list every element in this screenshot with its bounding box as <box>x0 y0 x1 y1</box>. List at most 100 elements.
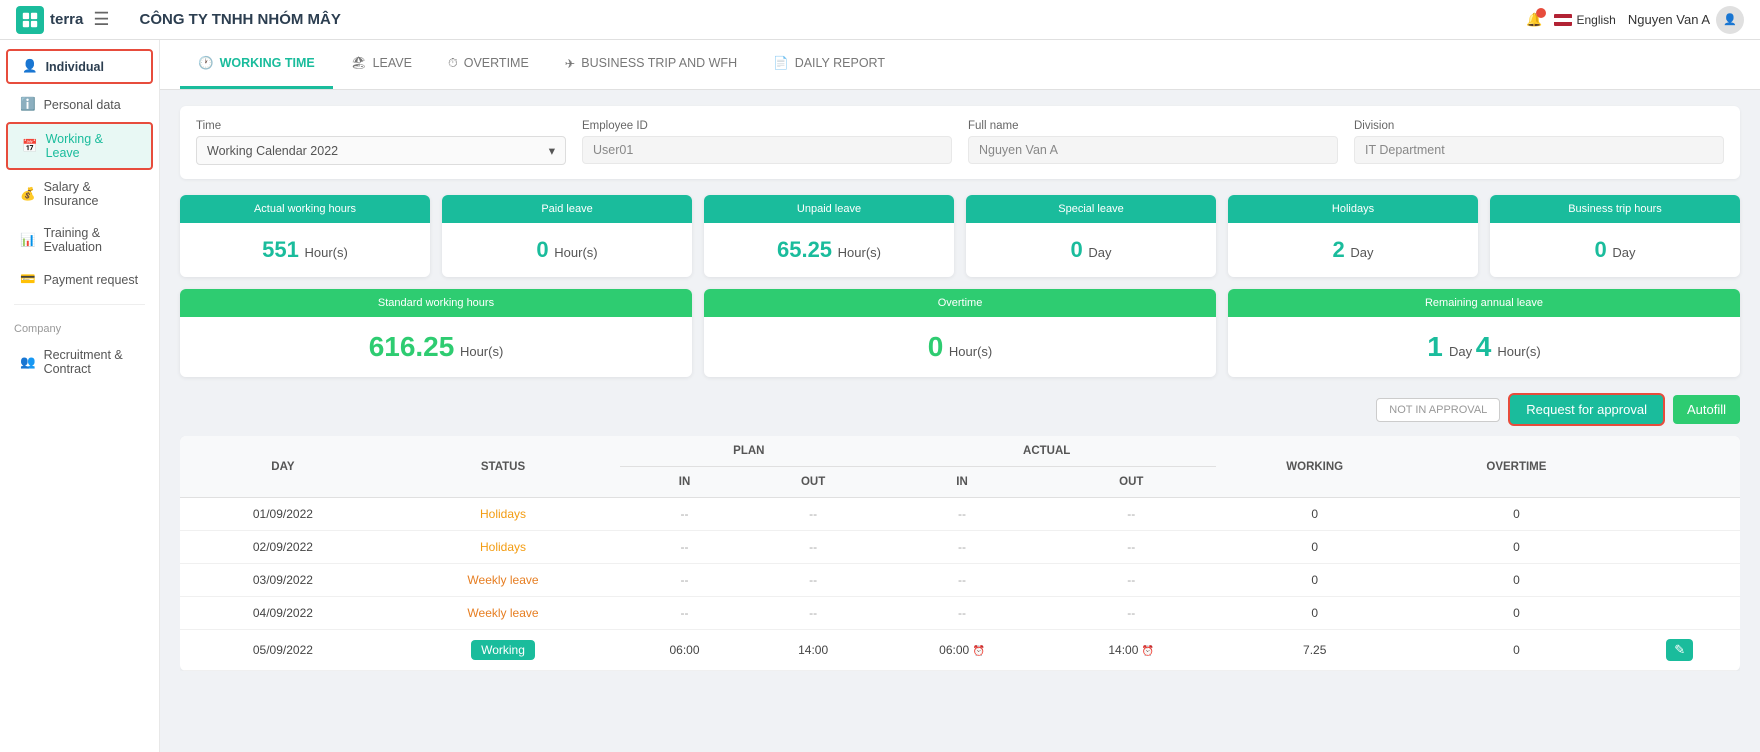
stat-special-leave-value: 0 <box>1071 237 1083 262</box>
trip-icon: ✈ <box>565 56 575 71</box>
topbar: terra ☰ CÔNG TY TNHH NHÓM MÂY 🔔 English … <box>0 0 1760 40</box>
cell-working: 0 <box>1216 597 1414 630</box>
chart-icon: 📊 <box>20 233 36 248</box>
filter-time: Time Working Calendar 2022 ▾ <box>196 120 566 165</box>
col-actual-group: ACTUAL <box>877 436 1215 467</box>
calendar-icon: 📅 <box>22 139 38 154</box>
cell-plan-in: -- <box>620 564 749 597</box>
money-icon: 💰 <box>20 187 36 202</box>
leave-icon: 🏖 <box>351 56 367 71</box>
topbar-left: terra ☰ CÔNG TY TNHH NHÓM MÂY <box>16 6 341 34</box>
tab-leave[interactable]: 🏖 LEAVE <box>333 40 430 89</box>
cell-day: 02/09/2022 <box>180 531 386 564</box>
stat-overtime: Overtime 0 Hour(s) <box>704 289 1216 377</box>
logo-icon <box>16 6 44 34</box>
payment-icon: 💳 <box>20 272 36 287</box>
request-approval-button[interactable]: Request for approval <box>1508 393 1665 426</box>
sidebar-label-recruitment: Recruitment & Contract <box>44 348 139 376</box>
bell-badge <box>1536 8 1546 18</box>
stat-unpaid-leave-unit: Hour(s) <box>838 245 881 260</box>
stat-overtime-header: Overtime <box>704 289 1216 317</box>
stat-business-trip-value: 0 <box>1595 237 1607 262</box>
cell-plan-out: -- <box>749 564 878 597</box>
stat-special-leave: Special leave 0 Day <box>966 195 1216 277</box>
edit-row-button[interactable]: ✎ <box>1666 639 1693 661</box>
sidebar-label-payment: Payment request <box>44 273 139 287</box>
autofill-button[interactable]: Autofill <box>1673 395 1740 424</box>
cell-overtime: 0 <box>1414 498 1620 531</box>
table-row: 02/09/2022 Holidays -- -- -- -- 0 0 <box>180 531 1740 564</box>
tabs-bar: 🕐 WORKING TIME 🏖 LEAVE ⏱ OVERTIME ✈ BUSI… <box>160 40 1760 90</box>
sidebar-item-individual[interactable]: 👤 Individual <box>6 49 153 84</box>
logo-area: terra <box>16 6 83 34</box>
stat-actual-working-unit: Hour(s) <box>305 245 348 260</box>
content-area: 🕐 WORKING TIME 🏖 LEAVE ⏱ OVERTIME ✈ BUSI… <box>160 40 1760 752</box>
cell-plan-in: 06:00 <box>620 630 749 671</box>
stat-holidays-header: Holidays <box>1228 195 1478 223</box>
remaining-hour-value: 4 <box>1476 336 1498 361</box>
sidebar-item-training[interactable]: 📊 Training & Evaluation <box>6 218 153 262</box>
stat-holidays: Holidays 2 Day <box>1228 195 1478 277</box>
sidebar-label-salary: Salary & Insurance <box>44 180 139 208</box>
cell-actual-in: -- <box>877 531 1046 564</box>
remaining-day-value: 1 <box>1427 336 1449 361</box>
cell-plan-out: -- <box>749 498 878 531</box>
stat-standard-working-value: 616.25 <box>369 331 455 362</box>
cell-overtime: 0 <box>1414 630 1620 671</box>
sidebar-item-payment[interactable]: 💳 Payment request <box>6 264 153 295</box>
cell-day: 03/09/2022 <box>180 564 386 597</box>
table-row: 05/09/2022 Working 06:00 14:00 06:00 ⏰ 1… <box>180 630 1740 671</box>
cell-actual-in: -- <box>877 564 1046 597</box>
tab-overtime[interactable]: ⏱ OVERTIME <box>430 40 547 89</box>
tab-working-time[interactable]: 🕐 WORKING TIME <box>180 40 333 89</box>
language-label: English <box>1576 13 1615 27</box>
sidebar-item-recruitment[interactable]: 👥 Recruitment & Contract <box>6 340 153 384</box>
status-badge: Holidays <box>480 540 526 554</box>
logo-text: terra <box>50 11 83 28</box>
cell-overtime: 0 <box>1414 531 1620 564</box>
info-icon: ℹ️ <box>20 97 36 112</box>
stat-remaining-leave: Remaining annual leave 1 Day 4 Hour(s) <box>1228 289 1740 377</box>
user-info[interactable]: Nguyen Van A 👤 <box>1628 6 1744 34</box>
stat-holidays-unit: Day <box>1350 245 1373 260</box>
sidebar-item-working-leave[interactable]: 📅 Working & Leave <box>6 122 153 170</box>
not-approval-button[interactable]: NOT IN APPROVAL <box>1376 398 1500 422</box>
division-value: IT Department <box>1365 143 1445 157</box>
people-icon: 👥 <box>20 355 36 370</box>
col-status: STATUS <box>386 436 620 498</box>
stat-standard-working-unit: Hour(s) <box>460 344 503 359</box>
status-badge: Holidays <box>480 507 526 521</box>
col-plan-group: PLAN <box>620 436 877 467</box>
stat-holidays-value: 2 <box>1333 237 1345 262</box>
cell-plan-out: -- <box>749 531 878 564</box>
report-icon: 📄 <box>773 56 789 71</box>
cell-plan-in: -- <box>620 531 749 564</box>
col-working: WORKING <box>1216 436 1414 498</box>
individual-icon: 👤 <box>22 59 38 74</box>
stat-standard-working-header: Standard working hours <box>180 289 692 317</box>
sidebar-item-salary[interactable]: 💰 Salary & Insurance <box>6 172 153 216</box>
cell-status: Weekly leave <box>386 597 620 630</box>
hamburger-icon[interactable]: ☰ <box>93 9 109 30</box>
stat-actual-working-body: 551 Hour(s) <box>180 223 430 277</box>
stat-overtime-value: 0 <box>928 331 944 362</box>
flag-icon <box>1554 14 1572 26</box>
full-name-field: Nguyen Van A <box>968 136 1338 164</box>
language-selector[interactable]: English <box>1554 13 1615 27</box>
tab-daily-report[interactable]: 📄 DAILY REPORT <box>755 40 903 89</box>
tab-daily-report-label: DAILY REPORT <box>795 56 885 70</box>
cell-action <box>1619 597 1740 630</box>
tab-business-trip-label: BUSINESS TRIP AND WFH <box>581 56 737 70</box>
cell-working: 0 <box>1216 498 1414 531</box>
tab-business-trip[interactable]: ✈ BUSINESS TRIP AND WFH <box>547 40 755 89</box>
time-dropdown[interactable]: Working Calendar 2022 ▾ <box>196 136 566 165</box>
sidebar-item-personal-data[interactable]: ℹ️ Personal data <box>6 89 153 120</box>
col-overtime: OVERTIME <box>1414 436 1620 498</box>
cell-working: 0 <box>1216 531 1414 564</box>
cell-action <box>1619 498 1740 531</box>
company-name: CÔNG TY TNHH NHÓM MÂY <box>140 11 341 28</box>
remaining-day-label: Day <box>1449 344 1472 359</box>
table-container: DAY STATUS PLAN ACTUAL WORKING OVERTIME … <box>180 436 1740 671</box>
notification-bell[interactable]: 🔔 <box>1526 12 1542 28</box>
stat-overtime-unit: Hour(s) <box>949 344 992 359</box>
